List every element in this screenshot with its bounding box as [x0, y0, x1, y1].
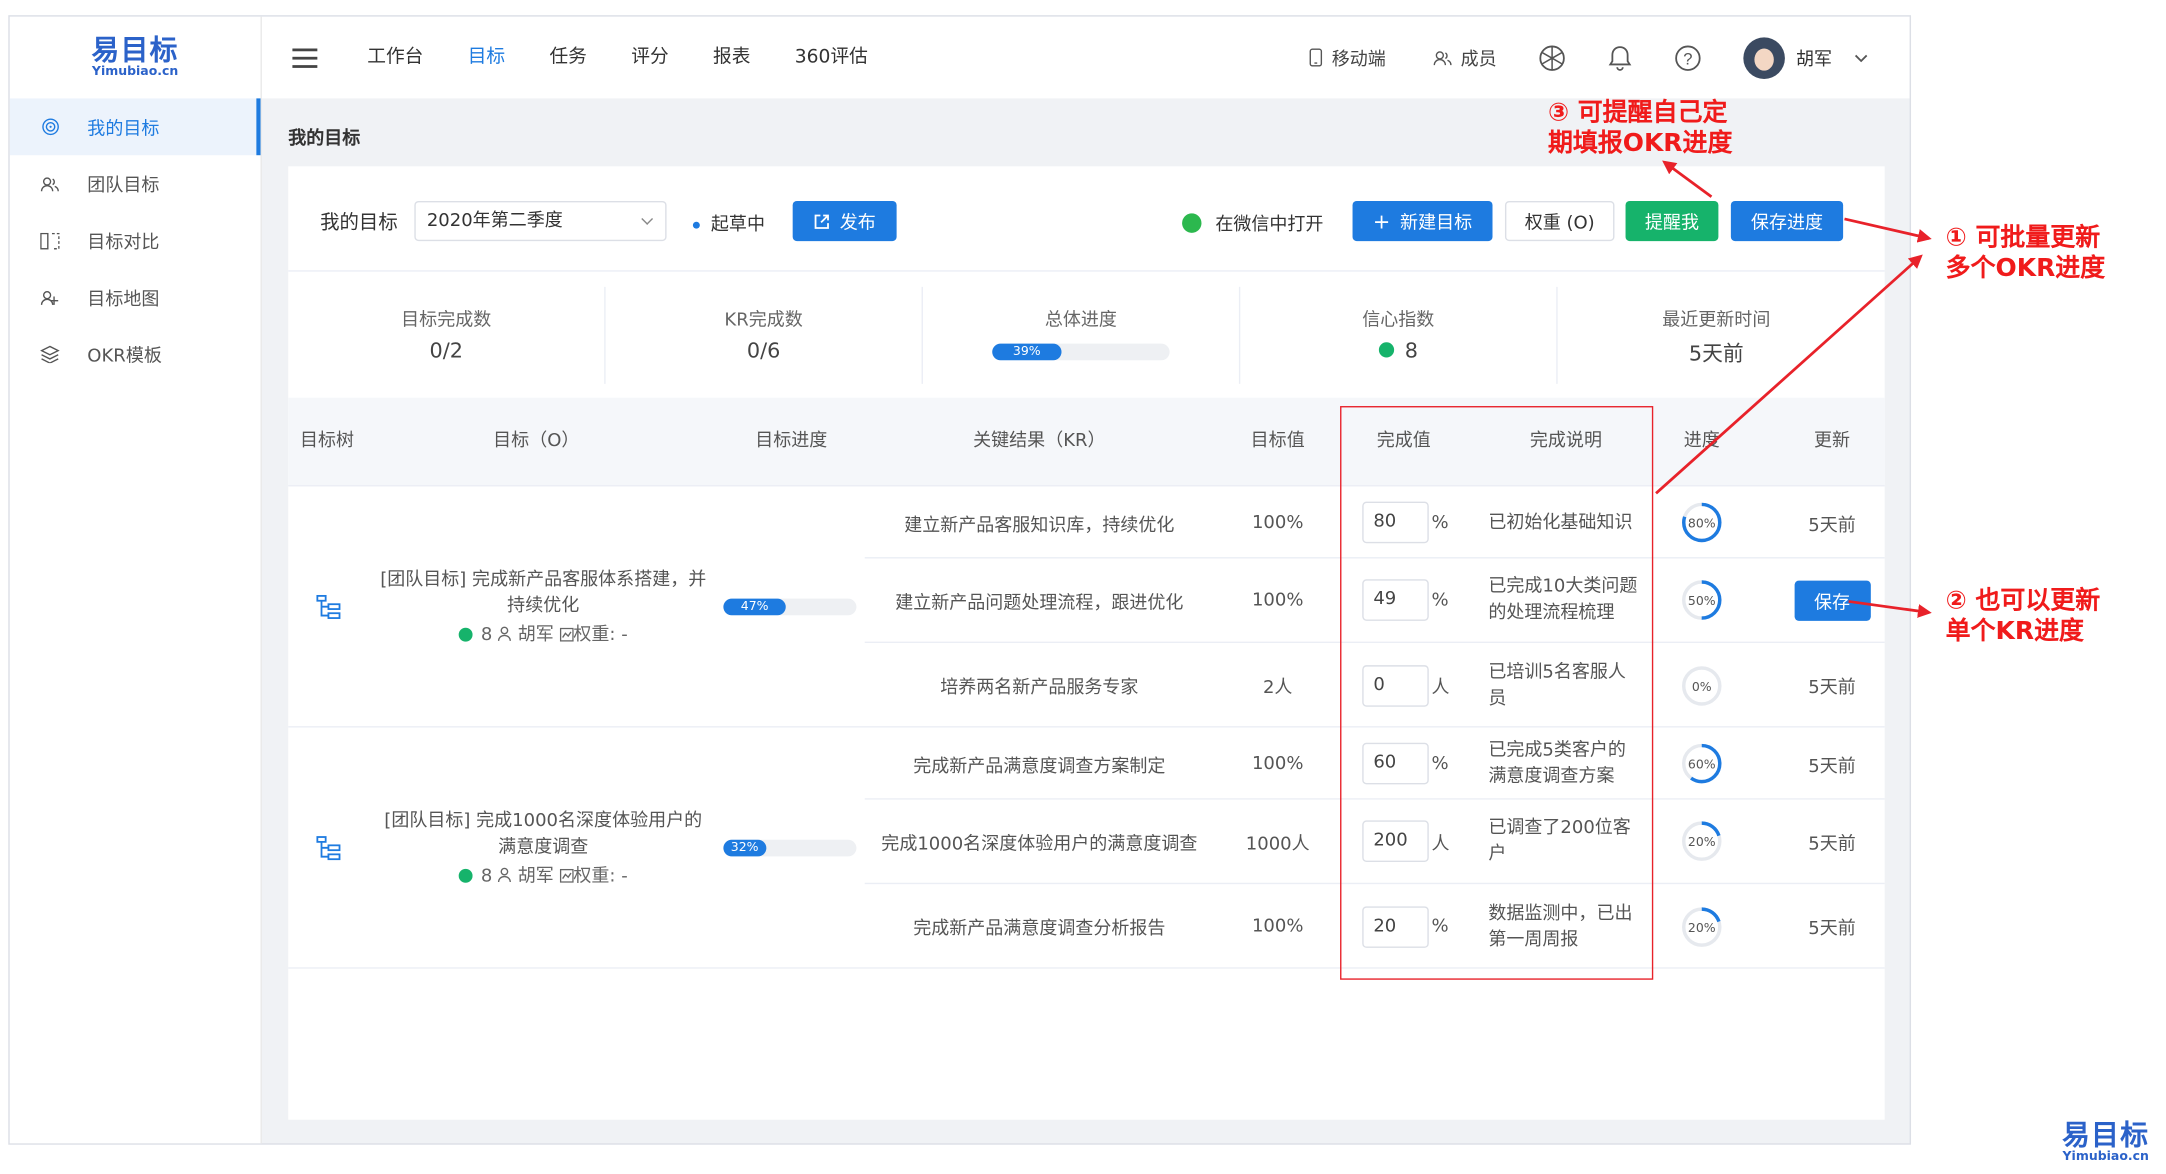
annotation-line: ② 也可以更新: [1945, 586, 2101, 616]
watermark-cn: 易目标: [2062, 1118, 2150, 1152]
annotation-line: 期填报OKR进度: [1547, 128, 1733, 158]
annotation-batch-update: ① 可批量更新 多个OKR进度: [1946, 223, 2106, 284]
annotation-line: ① 可批量更新: [1945, 223, 2101, 253]
annotation-remind: ③ 可提醒自己定 期填报OKR进度: [1548, 98, 1732, 159]
watermark-en: Yimubiao.cn: [2062, 1150, 2149, 1165]
arrow-progress-column: [1655, 254, 1923, 495]
annotation-line: 单个KR进度: [1945, 616, 2084, 646]
arrow-save-button: [1848, 600, 1932, 618]
arrow-remind-button: [1662, 160, 1713, 198]
arrow-save-progress: [1844, 217, 1932, 243]
annotation-arrows: [1655, 160, 1932, 618]
watermark-logo: 易目标 Yimubiao.cn: [2062, 1120, 2149, 1164]
annotation-line: ③ 可提醒自己定: [1547, 98, 1728, 128]
annotation-single-update: ② 也可以更新 单个KR进度: [1946, 586, 2101, 647]
annotation-line: 多个OKR进度: [1945, 253, 2106, 283]
